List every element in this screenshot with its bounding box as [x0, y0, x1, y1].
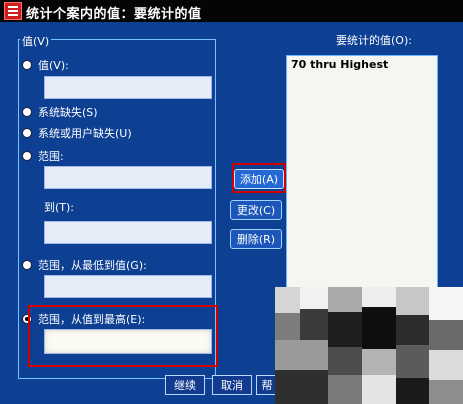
title-bar: 统计个案内的值：要统计的值: [0, 0, 463, 22]
change-button[interactable]: 更改(C): [230, 200, 282, 220]
value-input-field[interactable]: [45, 78, 211, 100]
mosaic-block: [328, 287, 362, 312]
continue-button[interactable]: 继续: [165, 375, 205, 395]
label-lowest-to-value: 范围，从最低到值(G):: [38, 259, 147, 272]
mosaic-block: [429, 287, 463, 320]
pixelated-overlay: [275, 287, 463, 404]
values-to-count-label: 要统计的值(O):: [336, 34, 412, 47]
value-input[interactable]: [44, 76, 212, 100]
mosaic-block: [300, 309, 328, 340]
mosaic-block: [396, 378, 429, 404]
mosaic-block: [396, 287, 429, 315]
range-from-input[interactable]: [44, 166, 212, 190]
label-system-or-user-missing: 系统或用户缺失(U): [38, 127, 132, 140]
app-icon: [4, 2, 22, 20]
count-values-dialog: 统计个案内的值：要统计的值 值(V) 值(V): 系统缺失(S) 系统或用户缺失…: [0, 0, 463, 404]
radio-system-or-user-missing[interactable]: [22, 128, 32, 138]
radio-range[interactable]: [22, 151, 32, 161]
mosaic-block: [362, 349, 396, 375]
label-range-to: 到(T):: [44, 201, 75, 214]
mosaic-block: [429, 350, 463, 380]
highlight-box-value-to-highest: [28, 305, 218, 367]
radio-system-missing[interactable]: [22, 107, 32, 117]
mosaic-block: [396, 345, 429, 378]
mosaic-block: [275, 370, 328, 404]
range-to-input[interactable]: [44, 221, 212, 245]
mosaic-block: [362, 307, 396, 349]
mosaic-block: [275, 340, 328, 370]
mosaic-block: [429, 380, 463, 404]
list-item[interactable]: 70 thru Highest: [291, 58, 388, 71]
mosaic-block: [396, 315, 429, 345]
mosaic-block: [429, 320, 463, 350]
mosaic-block: [328, 347, 362, 375]
label-range: 范围:: [38, 150, 64, 163]
lowest-to-value-input-field[interactable]: [45, 277, 211, 299]
remove-button[interactable]: 删除(R): [230, 229, 282, 249]
highlight-box-add: [232, 163, 286, 193]
window-title: 统计个案内的值：要统计的值: [26, 7, 202, 22]
mosaic-block: [328, 375, 362, 404]
radio-value[interactable]: [22, 60, 32, 70]
range-to-input-field[interactable]: [45, 223, 211, 245]
value-group-label: 值(V): [20, 33, 52, 49]
label-value: 值(V):: [38, 59, 69, 72]
label-system-missing: 系统缺失(S): [38, 106, 98, 119]
radio-lowest-to-value[interactable]: [22, 260, 32, 270]
mosaic-block: [362, 287, 396, 307]
cancel-button[interactable]: 取消: [212, 375, 252, 395]
mosaic-block: [300, 287, 328, 309]
mosaic-block: [275, 313, 300, 340]
lowest-to-value-input[interactable]: [44, 275, 212, 299]
mosaic-block: [328, 312, 362, 347]
range-from-input-field[interactable]: [45, 168, 211, 190]
mosaic-block: [362, 375, 396, 404]
